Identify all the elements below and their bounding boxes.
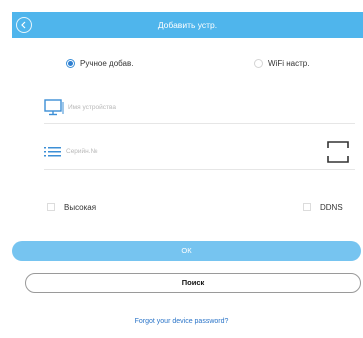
search-button[interactable]: Поиск <box>25 273 361 293</box>
forgot-password-link[interactable]: Forgot your device password? <box>0 318 363 325</box>
serial-number-underline <box>44 169 355 170</box>
ok-button[interactable]: ОК <box>12 241 361 261</box>
serial-number-placeholder: Серийн.№ <box>66 148 98 155</box>
checkbox-high-label: Высокая <box>64 202 97 212</box>
device-name-field[interactable]: Имя устройства <box>44 94 355 124</box>
list-icon <box>44 147 61 157</box>
checkbox-ddns[interactable]: DDNS <box>303 201 343 213</box>
monitor-icon <box>44 99 64 116</box>
scan-qr-icon[interactable] <box>327 141 349 163</box>
header-bar: Добавить устр. <box>12 12 363 38</box>
device-name-underline <box>44 123 355 124</box>
page-title: Добавить устр. <box>157 20 218 30</box>
checkbox-ddns-box[interactable] <box>303 203 311 211</box>
radio-wifi-indicator[interactable] <box>254 58 263 68</box>
radio-manual-add[interactable]: Ручное добав. <box>66 56 133 70</box>
checkbox-ddns-label: DDNS <box>320 202 343 212</box>
radio-wifi-setup[interactable]: WiFi настр. <box>254 56 309 70</box>
serial-number-field[interactable]: Серийн.№ <box>44 137 355 170</box>
device-name-placeholder: Имя устройства <box>68 104 116 111</box>
radio-manual-label: Ручное добав. <box>80 58 134 68</box>
checkbox-high-box[interactable] <box>47 203 55 211</box>
radio-manual-indicator[interactable] <box>66 58 75 68</box>
radio-wifi-label: WiFi настр. <box>268 58 310 68</box>
checkbox-high[interactable]: Высокая <box>47 201 96 213</box>
